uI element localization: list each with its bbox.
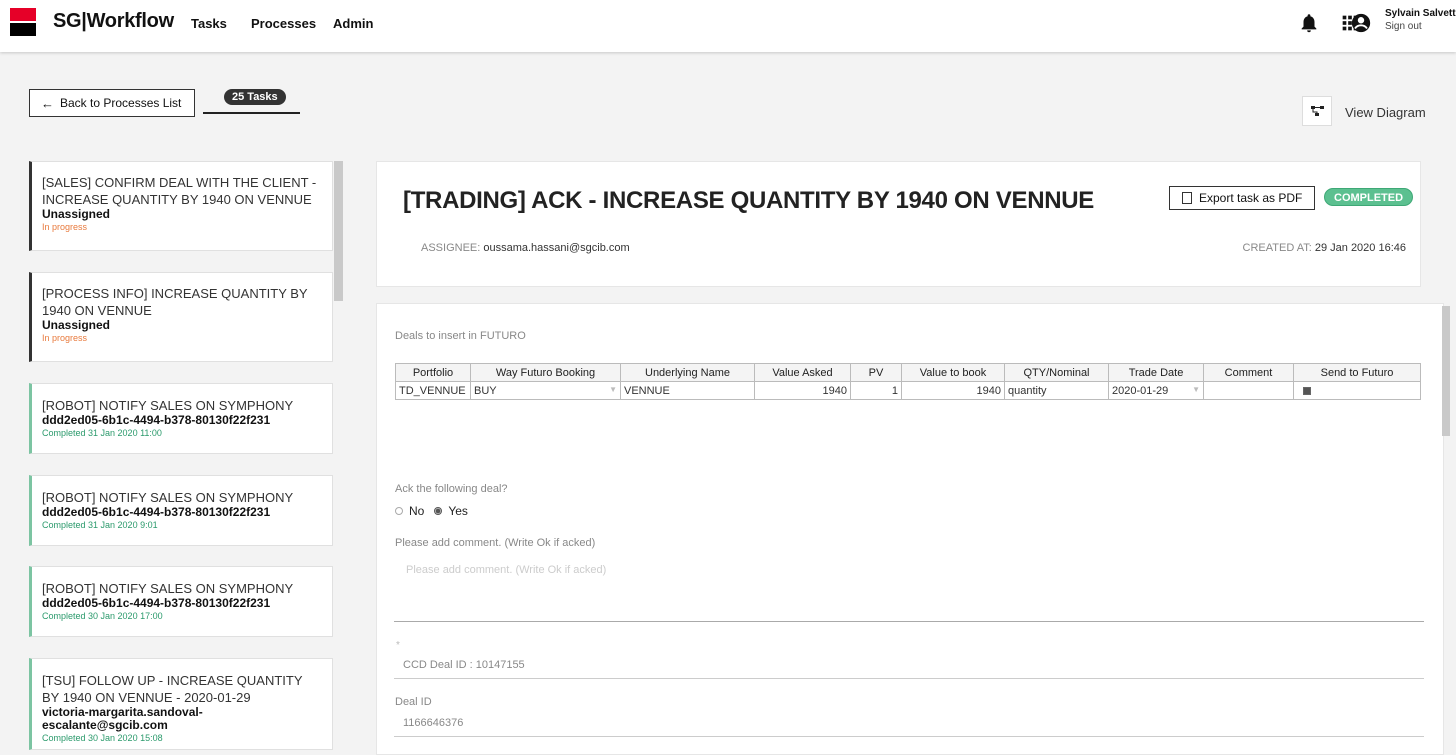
view-diagram-link[interactable]: View Diagram — [1345, 105, 1426, 120]
arrow-left-icon: ← — [41, 95, 54, 111]
deals-table: Portfolio Way Futuro Booking Underlying … — [395, 363, 1421, 400]
ack-question-label: Ack the following deal? — [395, 483, 508, 495]
task-id: ddd2ed05-6b1c-4494-b378-80130f22f231 — [42, 596, 271, 610]
col-send-to-futuro: Send to Futuro — [1293, 363, 1421, 382]
cell-trade-date-select[interactable]: 2020-01-29 ▼ — [1108, 381, 1204, 400]
task-card[interactable]: [ROBOT] NOTIFY SALES ON SYMPHONY ddd2ed0… — [29, 475, 333, 546]
task-assignee: Unassigned — [42, 207, 111, 221]
bell-icon[interactable] — [1298, 12, 1320, 34]
task-card[interactable]: [ROBOT] NOTIFY SALES ON SYMPHONY ddd2ed0… — [29, 566, 333, 637]
nav-admin[interactable]: Admin — [333, 16, 373, 31]
task-status: Completed 30 Jan 2020 15:08 — [42, 733, 163, 743]
task-id: ddd2ed05-6b1c-4494-b378-80130f22f231 — [42, 505, 271, 519]
back-to-processes-button[interactable]: ← Back to Processes List — [29, 89, 195, 117]
task-status: In progress — [42, 333, 88, 343]
export-label: Export task as PDF — [1199, 191, 1303, 205]
export-pdf-button[interactable]: Export task as PDF — [1169, 186, 1315, 210]
dropdown-arrow-icon: ▼ — [1192, 384, 1200, 394]
cell-underlying[interactable]: VENNUE — [620, 381, 755, 400]
col-value-to-book: Value to book — [901, 363, 1005, 382]
deal-id-label: Deal ID — [395, 696, 432, 708]
assignee-label: ASSIGNEE: — [421, 242, 481, 254]
task-card[interactable]: [PROCESS INFO] INCREASE QUANTITY BY 1940… — [29, 272, 333, 362]
status-badge: COMPLETED — [1324, 188, 1414, 206]
task-status: Completed 31 Jan 2020 11:00 — [42, 428, 162, 438]
dropdown-arrow-icon: ▼ — [609, 384, 617, 394]
task-title: [ROBOT] NOTIFY SALES ON SYMPHONY — [42, 581, 294, 596]
deal-id-field[interactable]: 1166646376 — [394, 713, 1424, 737]
nav-processes[interactable]: Processes — [251, 16, 316, 31]
diagram-icon[interactable] — [1302, 96, 1332, 126]
col-underlying-name: Underlying Name — [620, 363, 755, 382]
task-status: In progress — [42, 222, 88, 232]
col-way-futuro-booking: Way Futuro Booking — [470, 363, 621, 382]
sg-logo[interactable] — [10, 8, 36, 36]
cell-pv[interactable]: 1 — [850, 381, 902, 400]
radio-no-label[interactable]: No — [409, 504, 424, 518]
cell-value-asked[interactable]: 1940 — [754, 381, 851, 400]
back-button-label: Back to Processes List — [60, 96, 182, 110]
cell-qty-nominal[interactable]: quantity — [1004, 381, 1109, 400]
required-marker: * — [396, 640, 400, 651]
deals-section-label: Deals to insert in FUTURO — [395, 330, 526, 342]
task-assignee: Unassigned — [42, 318, 111, 332]
ack-radio-group: No Yes — [395, 504, 468, 518]
task-title-heading: [TRADING] ACK - INCREASE QUANTITY BY 194… — [403, 187, 1095, 214]
radio-yes-label[interactable]: Yes — [448, 504, 468, 518]
cell-way-value: BUY — [474, 384, 497, 397]
user-name[interactable]: Sylvain Salvetti — [1385, 8, 1456, 19]
col-qty-nominal: QTY/Nominal — [1004, 363, 1109, 382]
task-title: [ROBOT] NOTIFY SALES ON SYMPHONY — [42, 398, 294, 413]
created-info: CREATED AT: 29 Jan 2020 16:46 — [1243, 242, 1406, 254]
pdf-file-icon — [1182, 192, 1192, 204]
created-value: 29 Jan 2020 16:46 — [1314, 242, 1406, 254]
col-trade-date: Trade Date — [1108, 363, 1204, 382]
radio-yes[interactable] — [434, 507, 443, 515]
cell-portfolio[interactable]: TD_VENNUE — [395, 381, 471, 400]
task-status: Completed 30 Jan 2020 17:00 — [42, 611, 163, 621]
task-title: [SALES] CONFIRM DEAL WITH THE CLIENT - I… — [42, 175, 317, 207]
task-assignee: victoria-margarita.sandoval-escalante@sg… — [42, 705, 203, 732]
form-scrollbar[interactable] — [1442, 306, 1450, 436]
cell-send-to-futuro — [1293, 381, 1421, 400]
send-to-futuro-checkbox[interactable] — [1303, 386, 1311, 395]
cell-comment[interactable] — [1203, 381, 1294, 400]
task-card[interactable]: [ROBOT] NOTIFY SALES ON SYMPHONY ddd2ed0… — [29, 383, 333, 454]
comment-textarea[interactable]: Please add comment. (Write Ok if acked) — [394, 554, 1424, 622]
task-id: ddd2ed05-6b1c-4494-b378-80130f22f231 — [42, 413, 271, 427]
task-title: [TSU] FOLLOW UP - INCREASE QUANTITY BY 1… — [42, 673, 303, 705]
table-row: TD_VENNUE BUY ▼ VENNUE 1940 1 1940 quanti… — [395, 381, 1421, 400]
task-card[interactable]: [TSU] FOLLOW UP - INCREASE QUANTITY BY 1… — [29, 658, 333, 750]
col-value-asked: Value Asked — [754, 363, 851, 382]
task-title: [PROCESS INFO] INCREASE QUANTITY BY 1940… — [42, 286, 308, 318]
assignee-value: oussama.hassani@sgcib.com — [483, 242, 630, 254]
created-label: CREATED AT: — [1242, 242, 1312, 254]
cell-value-to-book[interactable]: 1940 — [901, 381, 1005, 400]
comment-label: Please add comment. (Write Ok if acked) — [395, 537, 596, 549]
task-title: [ROBOT] NOTIFY SALES ON SYMPHONY — [42, 490, 294, 505]
sign-out-link[interactable]: Sign out — [1385, 21, 1422, 32]
account-circle-icon[interactable] — [1350, 12, 1372, 34]
assignee-info: ASSIGNEE: oussama.hassani@sgcib.com — [421, 242, 630, 254]
task-card[interactable]: [SALES] CONFIRM DEAL WITH THE CLIENT - I… — [29, 161, 333, 251]
col-comment: Comment — [1203, 363, 1294, 382]
task-status: Completed 31 Jan 2020 9:01 — [42, 520, 158, 530]
brand-name[interactable]: SG|Workflow — [53, 10, 174, 33]
table-header-row: Portfolio Way Futuro Booking Underlying … — [395, 363, 1421, 382]
tasks-tab[interactable]: 25 Tasks — [203, 86, 300, 114]
top-navigation-bar: SG|Workflow Tasks Processes Admin Sylvai… — [0, 0, 1456, 52]
nav-tasks[interactable]: Tasks — [191, 16, 227, 31]
task-list-scrollbar[interactable] — [334, 161, 343, 301]
ccd-deal-id-field[interactable]: CCD Deal ID : 10147155 — [394, 655, 1424, 679]
cell-trade-date-value: 2020-01-29 — [1112, 384, 1169, 397]
cell-way-select[interactable]: BUY ▼ — [470, 381, 621, 400]
task-header-card: [TRADING] ACK - INCREASE QUANTITY BY 194… — [376, 161, 1421, 287]
radio-no[interactable] — [395, 507, 403, 515]
tasks-count-badge: 25 Tasks — [224, 89, 286, 105]
col-portfolio: Portfolio — [395, 363, 471, 382]
col-pv: PV — [850, 363, 902, 382]
